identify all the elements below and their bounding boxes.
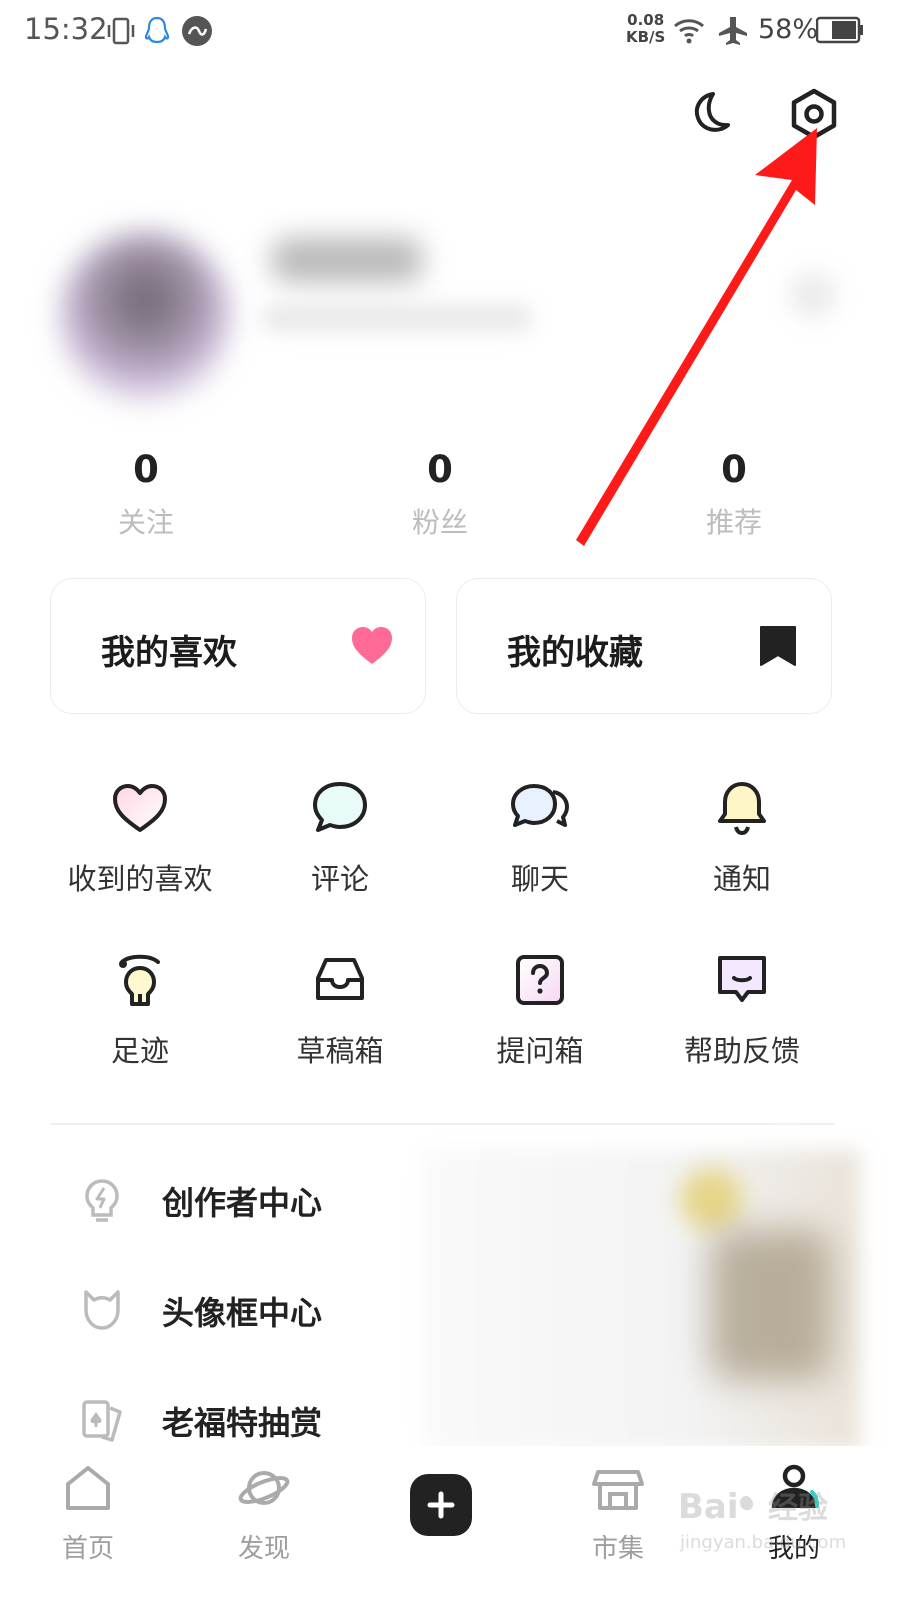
banner-decoration (710, 1230, 830, 1380)
stat-fans[interactable]: 0 粉丝 (340, 448, 540, 541)
heart-outline-icon (113, 784, 167, 832)
planet-icon (238, 1471, 290, 1505)
stat-fans-label: 粉丝 (411, 506, 468, 539)
stat-following-label: 关注 (117, 506, 174, 539)
grid-footprints[interactable]: 足迹 (40, 948, 240, 1070)
lightning-bulb-icon (85, 1179, 119, 1222)
grid-label: 通知 (712, 862, 771, 896)
nav-discover[interactable]: 发现 (204, 1462, 324, 1565)
stat-following[interactable]: 0 关注 (46, 448, 246, 541)
list-label: 老福特抽赏 (162, 1404, 323, 1442)
my-likes-label: 我的喜欢 (101, 633, 237, 673)
battery-icon (816, 16, 863, 44)
section-divider (50, 1123, 834, 1125)
wifi-icon (674, 19, 704, 44)
grid-label: 足迹 (110, 1034, 169, 1068)
stat-following-value: 0 (133, 448, 159, 491)
bell-icon (718, 782, 766, 836)
grid-label: 草稿箱 (296, 1034, 384, 1068)
list-label: 头像框中心 (162, 1294, 323, 1332)
status-bar: 15:32 0.08 KB/S 58% (0, 0, 900, 64)
avatar[interactable] (60, 232, 230, 402)
my-favorites-label: 我的收藏 (507, 633, 643, 673)
status-time: 15:32 (24, 12, 108, 46)
feedback-icon (718, 956, 766, 1002)
grid-label: 帮助反馈 (683, 1034, 800, 1068)
nav-home[interactable]: 首页 (28, 1462, 148, 1565)
airplane-icon (719, 17, 747, 45)
grid-notifications[interactable]: 通知 (642, 776, 842, 898)
my-favorites-card[interactable]: 我的收藏 (456, 578, 832, 714)
grid-received-likes[interactable]: 收到的喜欢 (40, 776, 240, 898)
app-notification-icon (182, 16, 212, 46)
grid-label: 提问箱 (496, 1034, 584, 1068)
grid-label: 收到的喜欢 (67, 862, 213, 896)
svg-text:Bai: Bai (678, 1487, 739, 1527)
nav-market[interactable]: 市集 (558, 1462, 678, 1565)
grid-comments[interactable]: 评论 (240, 776, 440, 898)
list-label: 创作者中心 (162, 1184, 323, 1222)
red-arrow-annotation (576, 128, 817, 546)
grid-label: 评论 (310, 862, 369, 896)
svg-text:jingyan.baidu.com: jingyan.baidu.com (679, 1532, 846, 1553)
my-likes-card[interactable]: 我的喜欢 (50, 578, 426, 714)
username-blurred (272, 238, 422, 282)
bookmark-icon (760, 626, 796, 666)
bulb-icon (119, 954, 160, 1006)
heart-icon (352, 627, 392, 664)
vibrate-icon (107, 17, 135, 45)
net-speed: 0.08 KB/S (626, 11, 666, 46)
home-icon (66, 1466, 110, 1510)
grid-label: 聊天 (510, 862, 569, 896)
qq-icon (144, 16, 170, 44)
question-box-icon (516, 955, 564, 1005)
grid-chat[interactable]: 聊天 (440, 776, 640, 898)
stat-fans-value: 0 (427, 448, 453, 491)
comment-icon (313, 782, 367, 832)
svg-text:经验: 经验 (768, 1491, 828, 1526)
baidu-watermark-logo: Bai 经验 jingyan.baidu.com (678, 1487, 846, 1553)
nav-label: 市集 (591, 1534, 644, 1564)
grid-drafts[interactable]: 草稿箱 (240, 948, 440, 1070)
nav-label: 发现 (237, 1534, 290, 1564)
plus-icon (427, 1491, 455, 1519)
user-subtitle-blurred (262, 305, 532, 331)
battery-percent: 58% (758, 14, 819, 45)
cards-icon (82, 1400, 122, 1442)
banner-decoration (680, 1168, 742, 1230)
chat-icon (511, 784, 569, 827)
nav-label: 首页 (61, 1534, 114, 1564)
avatar-frame-icon (84, 1290, 120, 1330)
create-post-button[interactable] (410, 1474, 472, 1536)
inbox-icon (316, 958, 364, 1000)
grid-help-feedback[interactable]: 帮助反馈 (642, 948, 842, 1070)
shop-icon (592, 1470, 644, 1510)
grid-question-box[interactable]: 提问箱 (440, 948, 640, 1070)
